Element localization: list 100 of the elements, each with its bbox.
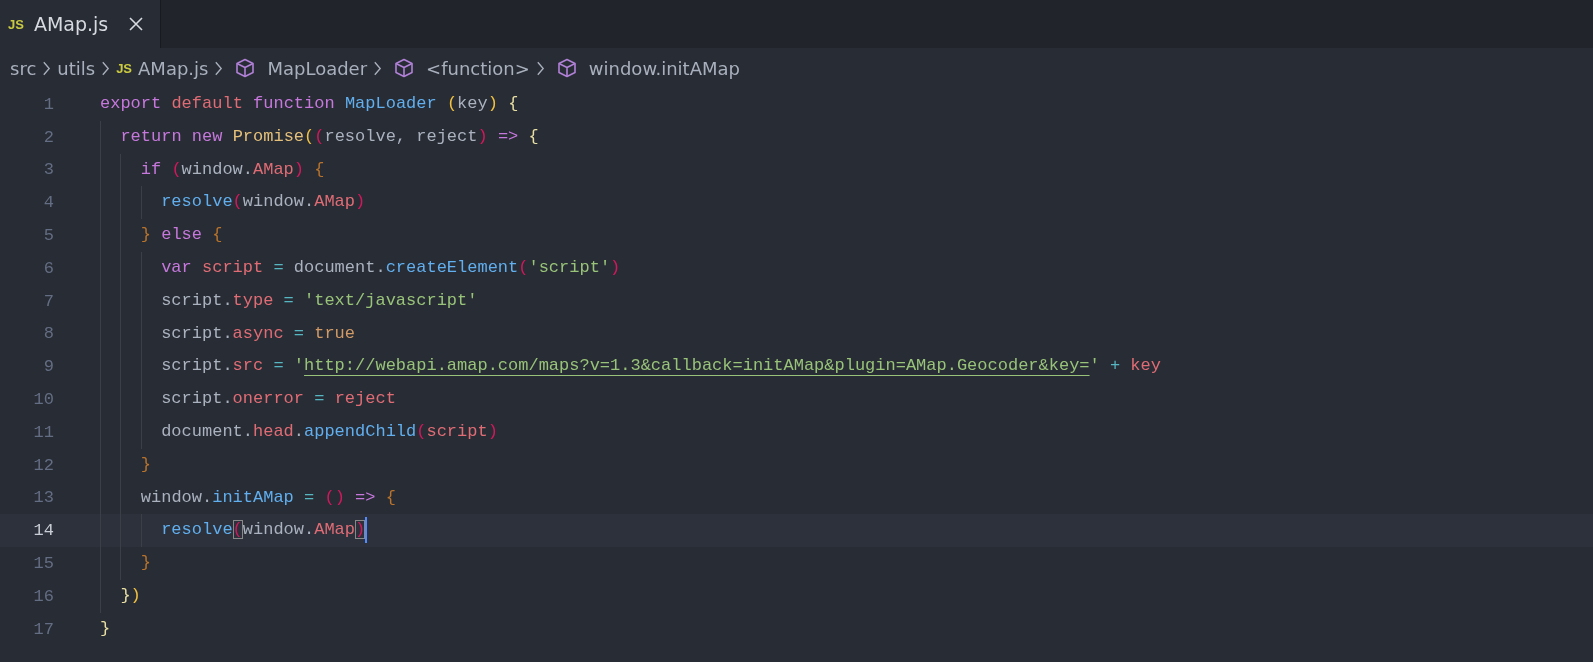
code-token: =	[313, 389, 326, 409]
chevron-right-icon	[214, 60, 224, 76]
code-token: head	[253, 421, 294, 441]
line-number: 12	[32, 455, 54, 475]
line-number: 13	[32, 488, 54, 508]
breadcrumb-item[interactable]: src	[10, 57, 37, 79]
code-token: }	[140, 553, 151, 573]
code-token: {	[385, 487, 396, 507]
code-token: createElement	[385, 258, 519, 277]
code-token: initAMap	[212, 487, 294, 507]
chevron-right-icon	[373, 60, 383, 76]
breadcrumb-item[interactable]: AMap.js	[138, 57, 209, 79]
code-token: =>	[497, 126, 520, 146]
code-token: script.	[161, 323, 233, 343]
line-number: 16	[32, 586, 54, 606]
line-number: 7	[42, 291, 54, 311]
code-token: export	[100, 94, 163, 113]
code-token: '	[293, 356, 304, 376]
code-token: (	[232, 192, 243, 212]
breadcrumb-item[interactable]: window.initAMap	[588, 57, 740, 79]
code-token: 'script'	[528, 258, 611, 277]
line-number: 5	[42, 226, 54, 246]
code-token: )	[293, 159, 306, 179]
code-token: if	[140, 159, 163, 179]
code-token: window.	[242, 192, 315, 212]
code-token: '	[1089, 356, 1100, 376]
editor-tab[interactable]: JS AMap.js	[0, 0, 161, 48]
code-token: type	[232, 290, 274, 310]
line-number: 6	[42, 258, 54, 278]
line-number: 14	[32, 521, 54, 541]
code-token: key	[457, 94, 488, 113]
code-token: function	[253, 94, 336, 113]
code-token: =	[272, 356, 285, 376]
code-token: )	[477, 126, 489, 146]
code-token: )	[487, 421, 498, 441]
code-token: window.	[242, 520, 315, 540]
code-token: return	[120, 126, 183, 146]
code-token: (	[518, 258, 529, 277]
code-token: (	[171, 159, 182, 179]
code-token: script.	[161, 356, 233, 376]
code-token: {	[508, 94, 519, 113]
code-token: script.	[161, 290, 233, 310]
code-token: window.	[181, 159, 253, 179]
code-token: }	[120, 585, 131, 605]
line-number: 10	[32, 390, 54, 410]
code-token: {	[528, 126, 539, 146]
code-token: (	[314, 126, 325, 146]
code-token: AMap	[253, 159, 294, 179]
code-token: }	[140, 454, 151, 474]
code-token: MapLoader	[344, 94, 438, 113]
cube-icon	[394, 58, 415, 78]
line-number: 15	[32, 554, 54, 574]
code-token: script.	[161, 389, 233, 409]
code-token: reject	[334, 389, 396, 409]
code-token: else	[161, 225, 203, 245]
code-token: .	[293, 421, 304, 441]
code-token: =	[303, 487, 316, 507]
code-token: +	[1108, 356, 1122, 376]
text-cursor	[365, 516, 368, 543]
code-token: (	[446, 94, 458, 113]
close-icon[interactable]	[128, 16, 144, 32]
line-number: 3	[42, 160, 54, 180]
line-number: 9	[42, 357, 54, 377]
js-file-icon: JS	[8, 16, 24, 32]
matched-bracket: (	[232, 520, 243, 540]
code-token: =	[292, 323, 305, 343]
breadcrumb-item[interactable]: <function>	[426, 57, 530, 79]
line-number: 11	[32, 422, 54, 442]
code-token: (	[304, 126, 315, 146]
chevron-right-icon	[535, 60, 545, 76]
cube-icon	[556, 58, 577, 78]
code-token: onerror	[232, 389, 304, 409]
code-token: =	[272, 258, 285, 277]
code-token: Promise	[232, 126, 305, 146]
line-number: 2	[42, 127, 54, 147]
code-token: true	[314, 323, 356, 343]
code-token: ()	[324, 487, 346, 507]
line-number: 8	[42, 324, 54, 344]
code-token: )	[355, 192, 366, 212]
code-token: script	[426, 421, 488, 441]
code-token: {	[314, 159, 325, 179]
code-token: src	[232, 356, 264, 376]
code-token: document.	[293, 258, 386, 277]
breadcrumb-item[interactable]: utils	[57, 57, 96, 79]
breadcrumb-item[interactable]: MapLoader	[267, 57, 368, 79]
code-token: var	[161, 258, 193, 277]
code-token: AMap	[314, 520, 356, 540]
code-token: resolve, reject	[324, 126, 478, 146]
url-link[interactable]: http://webapi.amap.com/maps?v=1.3&callback=initAMap&plugin=AMap.Geocoder&key=	[304, 356, 1090, 376]
code-token: =>	[355, 487, 377, 507]
code-token: AMap	[314, 192, 356, 212]
js-file-icon: JS	[116, 60, 133, 76]
code-token: appendChild	[304, 421, 417, 441]
code-token: =	[282, 290, 295, 310]
code-token: resolve	[161, 192, 233, 212]
code-token: default	[171, 94, 244, 113]
line-number: 1	[42, 94, 54, 114]
code-token: resolve	[161, 520, 233, 540]
cube-icon	[235, 58, 256, 78]
code-token: document.	[161, 421, 253, 441]
